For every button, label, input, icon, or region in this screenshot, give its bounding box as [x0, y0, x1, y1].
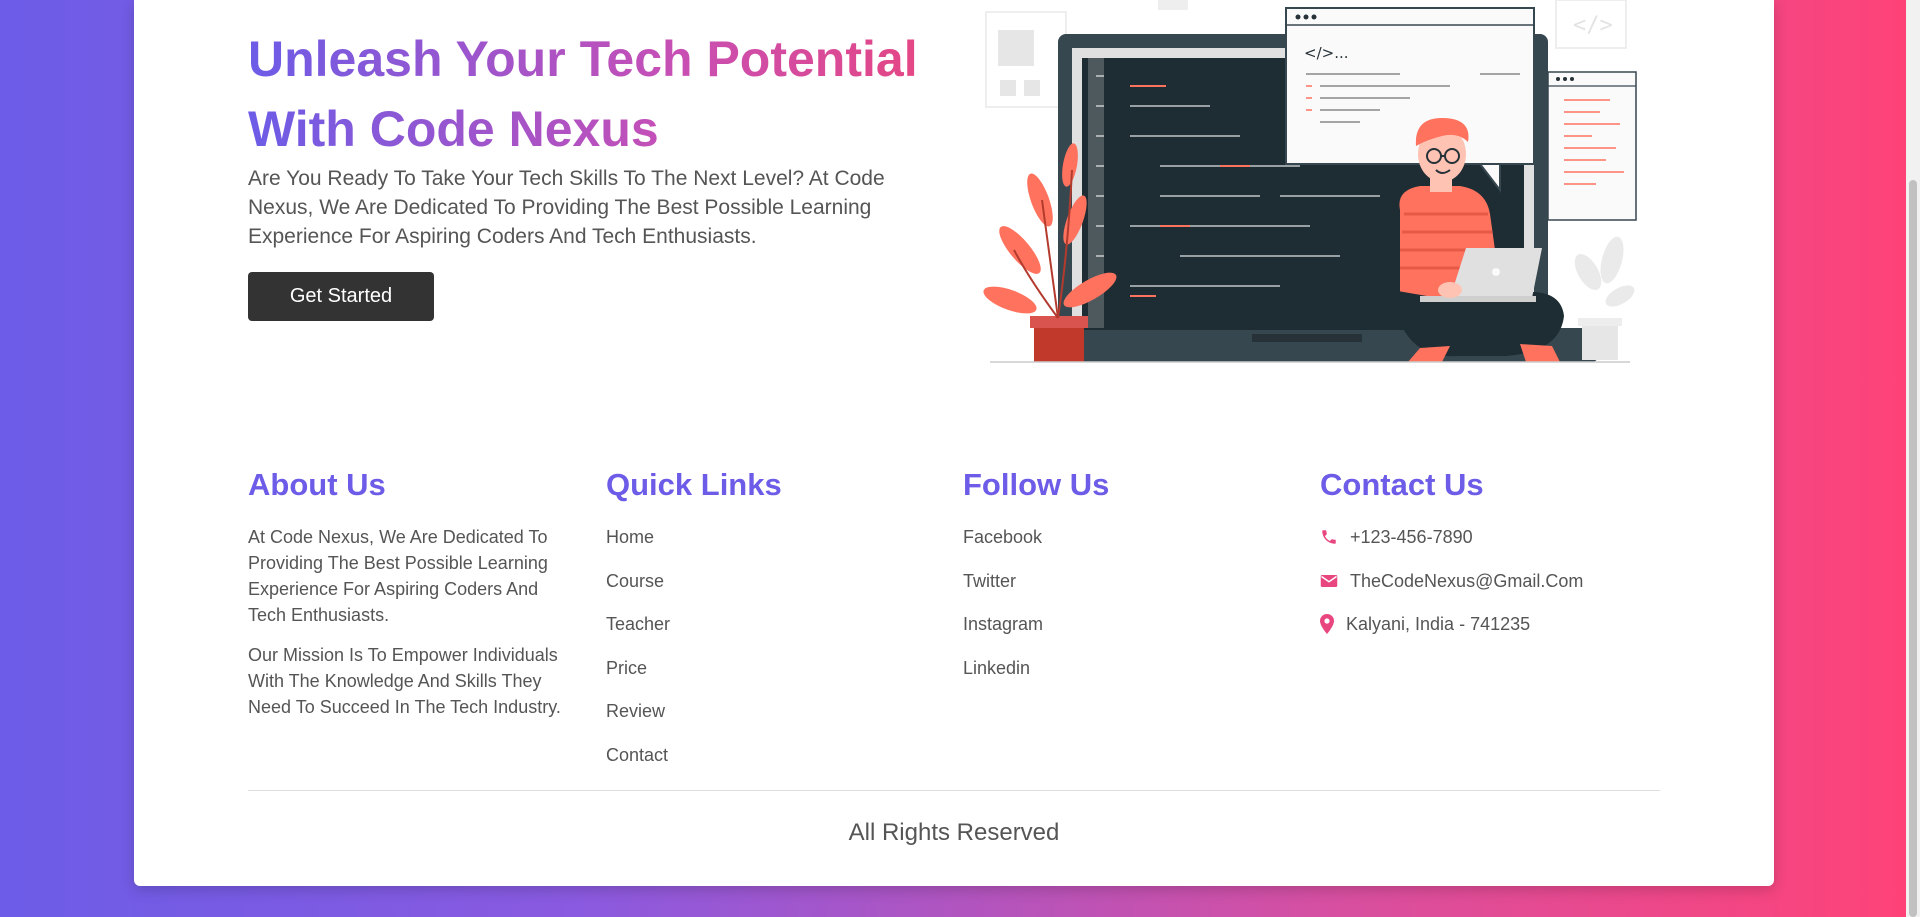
social-link-facebook[interactable]: Facebook — [963, 524, 1283, 550]
page-scrollbar[interactable] — [1906, 0, 1920, 917]
contact-phone-text: +123-456-7890 — [1350, 527, 1473, 547]
contact-address-text: Kalyani, India - 741235 — [1346, 614, 1531, 634]
developer-laptop-illustration: </> </>... — [983, 0, 1637, 363]
social-link-linkedin[interactable]: Linkedin — [963, 655, 1283, 681]
quick-link-price[interactable]: Price — [606, 655, 926, 681]
scrollbar-thumb[interactable] — [1909, 180, 1917, 917]
quick-link-review[interactable]: Review — [606, 698, 926, 724]
contact-us-section: Contact Us +123-456-7890 TheCodeNexus@Gm… — [1320, 462, 1680, 655]
contact-email: TheCodeNexus@Gmail.Com — [1320, 568, 1680, 594]
contact-email-text: TheCodeNexus@Gmail.Com — [1350, 570, 1584, 591]
follow-us-section: Follow Us Facebook Twitter Instagram Lin… — [963, 462, 1283, 698]
quick-link-course[interactable]: Course — [606, 568, 926, 594]
about-us-heading: About Us — [248, 467, 386, 502]
hero-title: Unleash Your Tech Potential With Code Ne… — [248, 24, 948, 164]
follow-us-heading: Follow Us — [963, 467, 1110, 502]
copyright-text: All Rights Reserved — [848, 819, 1060, 846]
social-link-instagram[interactable]: Instagram — [963, 611, 1283, 637]
quick-link-home[interactable]: Home — [606, 524, 926, 550]
contact-phone: +123-456-7890 — [1320, 524, 1680, 550]
phone-icon — [1322, 530, 1336, 544]
footer-divider — [248, 790, 1660, 791]
hero-description: Are You Ready To Take Your Tech Skills T… — [248, 167, 885, 248]
svg-text:</>...: </>... — [1304, 44, 1349, 62]
contact-address: Kalyani, India - 741235 — [1320, 611, 1680, 637]
envelope-icon — [1320, 574, 1338, 587]
about-us-paragraph: At Code Nexus, We Are Dedicated To Provi… — [248, 527, 548, 625]
quick-link-teacher[interactable]: Teacher — [606, 611, 926, 637]
about-us-section: About Us At Code Nexus, We Are Dedicated… — [248, 462, 578, 734]
social-link-twitter[interactable]: Twitter — [963, 568, 1283, 594]
quick-links-section: Quick Links Home Course Teacher Price Re… — [606, 462, 926, 785]
contact-us-heading: Contact Us — [1320, 467, 1484, 502]
get-started-button[interactable]: Get Started — [248, 272, 434, 321]
svg-text:</>: </> — [1573, 13, 1613, 38]
about-us-paragraph: Our Mission Is To Empower Individuals Wi… — [248, 645, 561, 717]
quick-links-heading: Quick Links — [606, 467, 782, 502]
quick-link-contact[interactable]: Contact — [606, 742, 926, 768]
map-pin-icon — [1320, 614, 1334, 634]
